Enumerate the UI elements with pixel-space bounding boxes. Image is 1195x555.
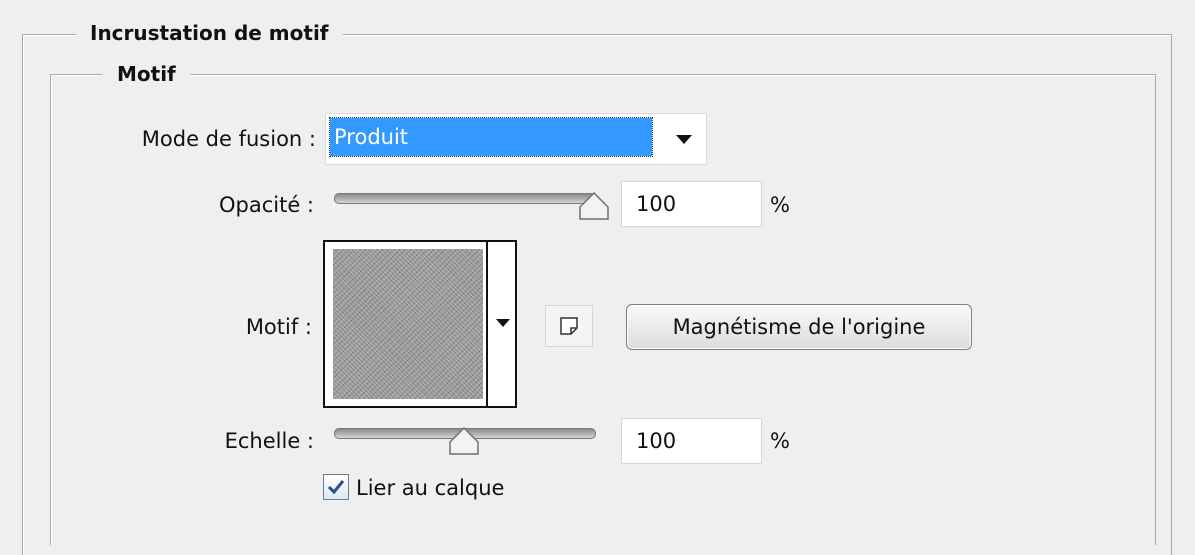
pattern-label: Motif : bbox=[245, 315, 312, 339]
scale-input[interactable]: 100 bbox=[621, 418, 762, 464]
blend-mode-label: Mode de fusion : bbox=[141, 127, 316, 151]
chevron-down-icon[interactable] bbox=[494, 314, 512, 330]
link-layer-checkbox[interactable] bbox=[323, 474, 349, 500]
chevron-down-icon[interactable] bbox=[668, 128, 700, 152]
snap-to-origin-button[interactable]: Magnétisme de l'origine bbox=[626, 304, 972, 350]
opacity-slider[interactable] bbox=[334, 193, 596, 204]
scale-unit: % bbox=[770, 429, 790, 453]
scale-slider-thumb[interactable] bbox=[447, 426, 481, 456]
group-title: Motif bbox=[103, 61, 190, 87]
opacity-label: Opacité : bbox=[218, 193, 314, 217]
blend-mode-value[interactable]: Produit bbox=[329, 117, 653, 157]
section-title: Incrustation de motif bbox=[76, 20, 343, 46]
checkmark-icon bbox=[327, 480, 345, 495]
new-preset-button[interactable] bbox=[545, 305, 593, 347]
new-preset-icon bbox=[560, 317, 578, 335]
opacity-slider-thumb[interactable] bbox=[577, 191, 611, 221]
pattern-picker-divider bbox=[486, 240, 488, 408]
opacity-input[interactable]: 100 bbox=[621, 181, 762, 227]
pattern-swatch[interactable] bbox=[333, 249, 483, 399]
link-layer-label[interactable]: Lier au calque bbox=[356, 475, 504, 501]
opacity-unit: % bbox=[770, 193, 790, 217]
scale-label: Echelle : bbox=[224, 429, 314, 453]
